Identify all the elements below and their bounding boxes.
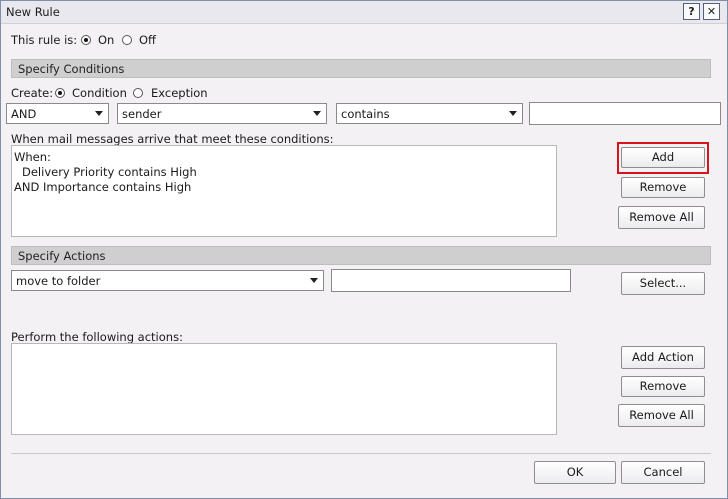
logic-select[interactable]: AND [6,103,109,124]
chevron-down-icon [509,111,517,116]
exception-label[interactable]: Exception [151,86,208,100]
operator-select[interactable]: contains [336,103,523,124]
condition-label[interactable]: Condition [72,86,127,100]
cancel-button[interactable]: Cancel [621,461,705,484]
rule-on-label[interactable]: On [98,33,114,47]
remove-condition-button[interactable]: Remove [621,177,705,198]
conditions-list-label: When mail messages arrive that meet thes… [11,132,334,146]
new-rule-dialog: New Rule ? ✕ This rule is: On Off Specif… [0,0,728,499]
close-icon[interactable]: ✕ [703,3,720,20]
logic-select-value: AND [11,107,37,121]
operator-select-value: contains [341,107,390,121]
add-action-button[interactable]: Add Action [621,346,705,369]
actions-list-label: Perform the following actions: [11,330,183,344]
rule-off-label[interactable]: Off [139,33,156,47]
create-label: Create: [11,86,54,100]
condition-line: Delivery Priority contains High [22,165,197,179]
actions-section-header: Specify Actions [11,246,711,265]
actions-header-label: Specify Actions [18,249,106,263]
field-select[interactable]: sender [117,103,327,124]
conditions-list[interactable]: When: Delivery Priority contains High AN… [11,145,557,237]
remove-action-button[interactable]: Remove [621,376,705,397]
condition-radio[interactable] [55,88,65,98]
condition-value-input[interactable] [529,102,721,125]
conditions-header-label: Specify Conditions [18,62,125,76]
folder-input[interactable] [331,269,571,292]
footer-divider [11,453,711,454]
ok-button[interactable]: OK [534,461,616,484]
chevron-down-icon [310,278,318,283]
rule-off-radio[interactable] [122,35,132,45]
action-select-value: move to folder [16,274,101,288]
help-icon[interactable]: ? [683,3,700,20]
select-folder-button[interactable]: Select... [621,272,705,295]
exception-radio[interactable] [133,88,143,98]
remove-all-actions-button[interactable]: Remove All [618,404,705,427]
condition-line: When: [14,150,51,164]
add-condition-button[interactable]: Add [621,147,705,168]
rule-on-radio[interactable] [81,35,91,45]
condition-line: AND Importance contains High [14,180,192,194]
action-select[interactable]: move to folder [11,270,324,291]
title-bar: New Rule ? ✕ [1,1,727,24]
window-title: New Rule [6,5,60,19]
remove-all-conditions-button[interactable]: Remove All [618,206,705,229]
chevron-down-icon [313,111,321,116]
field-select-value: sender [122,107,162,121]
actions-list[interactable] [11,343,557,435]
rule-state-label: This rule is: [11,33,78,47]
conditions-section-header: Specify Conditions [11,59,711,78]
chevron-down-icon [95,111,103,116]
